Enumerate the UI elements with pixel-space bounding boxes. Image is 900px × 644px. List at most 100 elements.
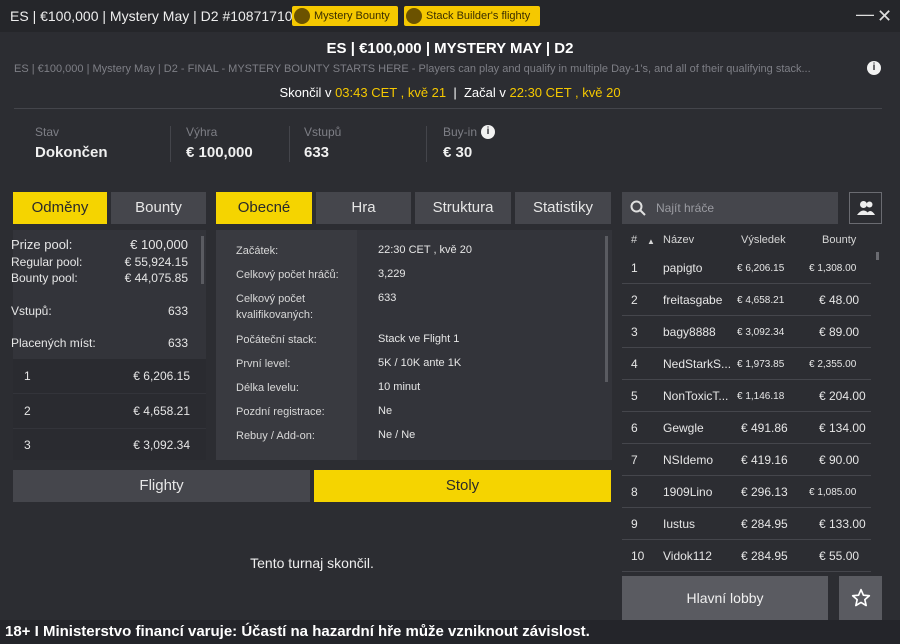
column-bounty[interactable]: Bounty <box>822 234 856 246</box>
buyin-label: Buy-in <box>443 125 478 139</box>
tab-game[interactable]: Hra <box>316 192 411 224</box>
status-label: Stav <box>35 125 60 139</box>
player-row[interactable]: 9 Iustus € 284.95 € 133.00 <box>622 508 871 540</box>
player-row[interactable]: 5 NonToxicT... € 1,146.18 € 204.00 <box>622 380 871 412</box>
player-rank: 5 <box>631 389 638 403</box>
tab-tables[interactable]: Stoly <box>314 470 611 502</box>
start-label: Začátek: <box>236 245 279 257</box>
prize-value: € 100,000 <box>186 144 253 161</box>
ended-label: Skončil v <box>279 85 336 100</box>
player-result: € 284.95 <box>741 549 788 563</box>
starting-stack-value: Stack ve Flight 1 <box>378 333 460 345</box>
player-rank: 8 <box>631 485 638 499</box>
stack-builder-tag[interactable]: Stack Builder's flighty <box>404 6 540 26</box>
player-bounty: € 48.00 <box>819 293 860 307</box>
stack-icon <box>406 8 422 24</box>
tab-bounty[interactable]: Bounty <box>111 192 206 224</box>
stat-divider <box>289 126 290 162</box>
player-row[interactable]: 2 freitasgabe € 4,658.21 € 48.00 <box>622 284 871 316</box>
started-label: Začal v <box>463 85 510 100</box>
stat-divider <box>426 126 427 162</box>
my-position-button[interactable] <box>849 192 882 224</box>
star-icon <box>851 588 870 607</box>
rebuy-value: Ne / Ne <box>378 429 416 441</box>
column-rank[interactable]: # <box>631 234 637 246</box>
start-value: 22:30 CET , kvě 20 <box>378 244 472 256</box>
player-result: € 6,206.15 <box>737 263 785 274</box>
player-row[interactable]: 7 NSIdemo € 419.16 € 90.00 <box>622 444 871 476</box>
player-result: € 284.95 <box>741 517 788 531</box>
window-title: ES | €100,000 | Mystery May | D2 #108717… <box>10 8 309 24</box>
started-time: 22:30 CET , kvě 20 <box>509 85 621 100</box>
player-row[interactable]: 1 papigto € 6,206.15 € 1,308.00 <box>622 252 871 284</box>
gambling-warning: 18+ I Ministerstvo financí varuje: Účast… <box>0 620 900 644</box>
total-players-value: 3,229 <box>378 268 406 280</box>
player-rank: 1 <box>631 261 638 275</box>
stat-divider <box>170 126 171 162</box>
buyin-value: € 30 <box>443 144 473 161</box>
total-qualified-value: 633 <box>378 292 397 304</box>
player-bounty: € 1,308.00 <box>809 263 857 274</box>
first-level-label: První level: <box>236 358 291 370</box>
prize-pool-row: Prize pool: € 100,000 <box>11 237 188 252</box>
player-row[interactable]: 6 Gewgle € 491.86 € 134.00 <box>622 412 871 444</box>
sort-asc-icon[interactable]: ▲ <box>647 237 655 246</box>
tab-general[interactable]: Obecné <box>216 192 312 224</box>
player-name: NonToxicT... <box>663 389 729 403</box>
mystery-bounty-tag[interactable]: Mystery Bounty <box>292 6 398 26</box>
prize-row: 3 € 3,092.34 <box>13 429 206 460</box>
player-result: € 1,146.18 <box>737 391 785 402</box>
favorite-button[interactable] <box>839 576 882 620</box>
player-rank: 3 <box>631 325 638 339</box>
player-result: € 491.86 <box>741 421 788 435</box>
tournament-title: ES | €100,000 | MYSTERY MAY | D2 <box>326 40 574 57</box>
regular-pool-row: Regular pool: € 55,924.15 <box>11 255 188 269</box>
player-row[interactable]: 10 Vidok112 € 284.95 € 55.00 <box>622 540 871 572</box>
main-lobby-button[interactable]: Hlavní lobby <box>622 576 828 620</box>
column-name[interactable]: Název <box>663 234 694 246</box>
tab-statistics[interactable]: Statistiky <box>515 192 611 224</box>
search-input[interactable] <box>656 201 826 215</box>
player-name: freitasgabe <box>663 293 723 307</box>
entries-value: 633 <box>304 144 330 161</box>
users-icon <box>856 201 875 215</box>
minimize-button[interactable]: — <box>856 4 874 25</box>
buyin-info-icon[interactable]: i <box>481 125 495 139</box>
player-bounty: € 134.00 <box>819 421 866 435</box>
general-scrollbar[interactable] <box>605 236 608 382</box>
header-divider <box>14 108 882 109</box>
player-name: 1909Lino <box>663 485 713 499</box>
player-bounty: € 2,355.00 <box>809 359 857 370</box>
level-length-value: 10 minut <box>378 381 421 393</box>
tab-flights[interactable]: Flighty <box>13 470 310 502</box>
tournament-times: Skončil v 03:43 CET , kvě 21 | Začal v 2… <box>0 85 900 100</box>
prizes-scrollbar[interactable] <box>201 236 204 284</box>
player-bounty: € 133.00 <box>819 517 866 531</box>
paid-places-row: Placených míst: 633 <box>11 336 188 350</box>
player-search[interactable] <box>622 192 838 224</box>
level-length-label: Délka levelu: <box>236 382 299 394</box>
player-name: Iustus <box>663 517 696 531</box>
player-rank: 7 <box>631 453 638 467</box>
total-players-label: Celkový počet hráčů: <box>236 269 339 281</box>
player-bounty: € 1,085.00 <box>809 487 857 498</box>
time-separator: | <box>453 85 457 100</box>
player-result: € 3,092.34 <box>737 327 785 338</box>
player-rank: 6 <box>631 421 638 435</box>
info-icon[interactable]: i <box>867 61 881 75</box>
late-reg-label: Pozdní registrace: <box>236 406 325 418</box>
column-result[interactable]: Výsledek <box>741 234 786 246</box>
player-row[interactable]: 4 NedStarkS... € 1,973.85 € 2,355.00 <box>622 348 871 380</box>
player-bounty: € 204.00 <box>819 389 866 403</box>
players-scrollbar[interactable] <box>876 252 879 260</box>
ended-time: 03:43 CET , kvě 21 <box>335 85 447 100</box>
player-row[interactable]: 3 bagy8888 € 3,092.34 € 89.00 <box>622 316 871 348</box>
player-bounty: € 89.00 <box>819 325 860 339</box>
close-button[interactable]: ✕ <box>877 6 892 27</box>
player-row[interactable]: 8 1909Lino € 296.13 € 1,085.00 <box>622 476 871 508</box>
tab-rewards[interactable]: Odměny <box>13 192 107 224</box>
briefcase-icon <box>294 8 310 24</box>
tab-structure[interactable]: Struktura <box>415 192 511 224</box>
prize-row: 2 € 4,658.21 <box>13 394 206 428</box>
player-name: Gewgle <box>663 421 704 435</box>
